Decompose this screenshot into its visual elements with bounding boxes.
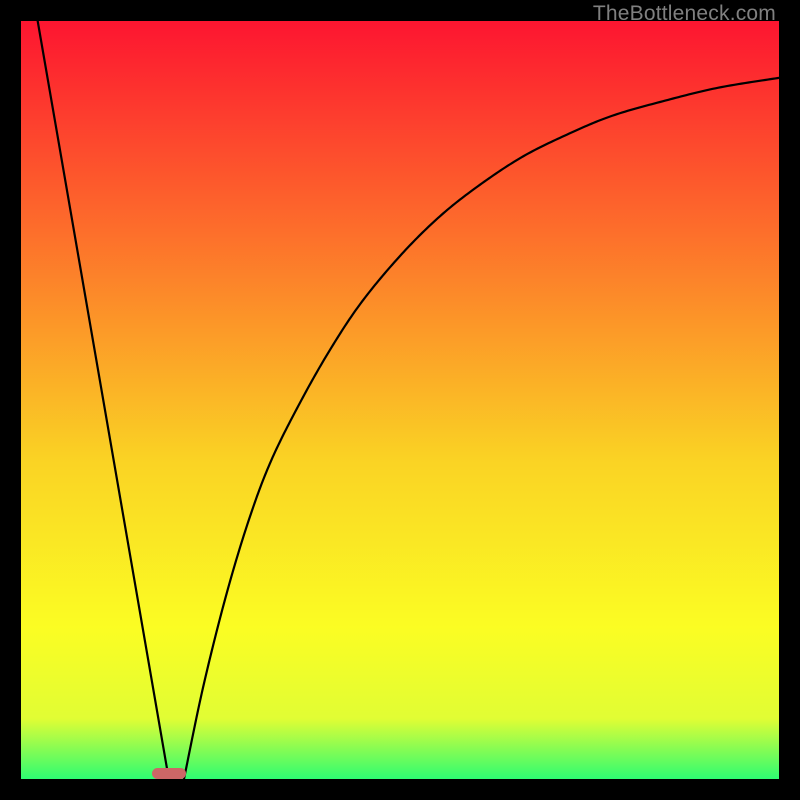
chart-frame: [21, 21, 779, 779]
gradient-background: [21, 21, 779, 779]
bottleneck-chart: [21, 21, 779, 779]
bottleneck-marker: [152, 768, 186, 779]
